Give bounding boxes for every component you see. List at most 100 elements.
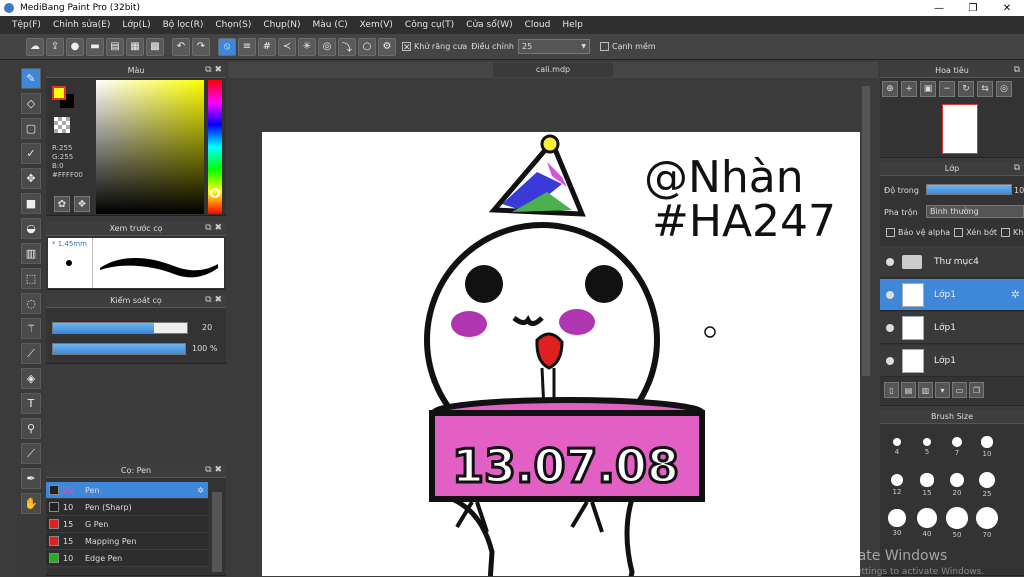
antialias-checkbox[interactable]: ✕ (402, 42, 411, 53)
panel-close-icon[interactable]: ⧉ (1014, 163, 1020, 173)
panel-close-icon[interactable]: ⧉ ✖ (205, 223, 222, 233)
menu-help[interactable]: Help (556, 20, 589, 30)
protect-alpha-checkbox[interactable] (886, 228, 895, 237)
text-tool-icon[interactable]: T (21, 393, 41, 414)
eye-icon[interactable] (886, 257, 894, 266)
blend-mode-select[interactable]: Bình thường (926, 205, 1024, 218)
eye-icon[interactable] (886, 356, 894, 365)
flip-icon[interactable]: ⇆ (977, 81, 993, 97)
canvas-area[interactable]: 13.07.08 @Nhàn #HA247 (228, 80, 868, 576)
menu-file[interactable]: Tệp(F) (6, 20, 47, 30)
menu-view[interactable]: Xem(V) (354, 20, 399, 30)
brush-size-option[interactable]: 10 (972, 428, 1002, 466)
layer-row[interactable]: Lớp1 (880, 345, 1024, 377)
gradient-tool-icon[interactable]: ▥ (21, 243, 41, 264)
gear-icon[interactable]: ✲ (1011, 288, 1024, 301)
clipping-checkbox[interactable] (954, 228, 964, 237)
menu-filter[interactable]: Bộ lọc(R) (157, 20, 210, 30)
brush-size-option[interactable]: 25 (972, 466, 1002, 504)
layer-row[interactable]: Lớp1 (880, 312, 1024, 344)
maximize-button[interactable]: ❐ (956, 3, 990, 14)
pipette-tool-icon[interactable]: ✒ (21, 468, 41, 489)
layer-row[interactable]: Lớp1 ✲ (880, 279, 1024, 311)
eye-icon[interactable] (886, 323, 894, 332)
navigator-thumbnail[interactable] (942, 104, 978, 154)
fill-rect-tool-icon[interactable]: ■ (21, 193, 41, 214)
brush-size-option[interactable]: 5 (912, 428, 942, 466)
brush-item[interactable]: 15 G Pen (46, 516, 208, 533)
brush-size-option[interactable]: 7 (942, 428, 972, 466)
panel-close-icon[interactable]: ⧉ (1014, 65, 1020, 75)
hue-slider[interactable] (208, 80, 222, 214)
magic-wand-tool-icon[interactable]: ⚚ (21, 318, 41, 339)
hue-knob[interactable] (210, 188, 220, 198)
add-menu-icon[interactable]: ▾ (935, 382, 950, 398)
rotate-icon[interactable]: ↻ (958, 81, 974, 97)
object-tool-icon[interactable]: ▢ (21, 118, 41, 139)
snap-off-icon[interactable]: ⦸ (218, 37, 236, 56)
zoom-in-icon[interactable]: + (901, 81, 917, 97)
new-halftone-layer-icon[interactable]: ▤ (901, 382, 916, 398)
panel-close-icon[interactable]: ⧉ ✖ (205, 295, 222, 305)
zoom-out-icon[interactable]: − (939, 81, 955, 97)
curve-snap-icon[interactable]: ⤵ (338, 37, 356, 56)
canvas-vertical-scrollbar[interactable] (862, 86, 870, 376)
brush-item[interactable]: 10 Pen (Sharp) (46, 499, 208, 516)
transparent-color-swatch[interactable] (54, 117, 70, 133)
menu-cloud[interactable]: Cloud (519, 20, 557, 30)
menu-tools[interactable]: Công cụ(T) (399, 20, 460, 30)
brush-size-option[interactable]: 15 (912, 466, 942, 504)
select-rect-tool-icon[interactable]: ⬚ (21, 268, 41, 289)
layer-row-folder[interactable]: Thư mục4 (880, 246, 1024, 278)
brush-opacity-slider[interactable] (52, 343, 186, 355)
circle-snap-icon[interactable]: ○ (358, 37, 376, 56)
panel-close-icon[interactable]: ⧉ ✖ (205, 65, 222, 75)
redo-icon[interactable]: ↷ (192, 37, 210, 56)
pages-icon[interactable]: ▦ (126, 37, 144, 56)
brush-item[interactable]: 15 Mapping Pen (46, 533, 208, 550)
brush-size-option[interactable]: 50 (942, 504, 972, 542)
comment-icon[interactable]: ● (66, 37, 84, 56)
brush-size-option[interactable]: 4 (882, 428, 912, 466)
brush-item[interactable]: 20 Pen ✲ (46, 482, 208, 499)
minimize-button[interactable]: — (922, 3, 956, 14)
reset-icon[interactable]: ◎ (996, 81, 1012, 97)
move-tool-icon[interactable]: ✥ (21, 168, 41, 189)
dot-tool-icon[interactable]: ✓ (21, 143, 41, 164)
menu-layer[interactable]: Lớp(L) (116, 20, 156, 30)
brush-size-option[interactable]: 30 (882, 504, 912, 542)
canvas-sheet[interactable]: 13.07.08 @Nhàn #HA247 (262, 132, 860, 576)
new-layer-8bit-icon[interactable]: ▥ (918, 382, 933, 398)
foreground-color-swatch[interactable] (52, 86, 66, 100)
panel-close-icon[interactable]: ⧉ ✖ (205, 465, 222, 475)
edge-checkbox[interactable] (599, 42, 609, 51)
cloud-icon[interactable]: ☁ (26, 37, 44, 56)
hand-tool-icon[interactable]: ✋ (21, 493, 41, 514)
saturation-value-picker[interactable] (96, 80, 204, 214)
brush-size-option[interactable]: 20 (942, 466, 972, 504)
export-icon[interactable]: ⇪ (46, 37, 64, 56)
brush-tool-icon[interactable]: ✎ (21, 68, 41, 89)
color-history-icon[interactable]: ❖ (74, 196, 90, 212)
menu-window[interactable]: Cửa sổ(W) (460, 20, 518, 30)
layer-opacity-slider[interactable] (926, 184, 1012, 195)
correction-select[interactable]: 25 ▼ (517, 39, 590, 54)
new-layer-icon[interactable]: ▯ (884, 382, 899, 398)
divide-tool-icon[interactable]: ⚲ (21, 418, 41, 439)
crisscross-snap-icon[interactable]: # (258, 37, 276, 56)
brush-size-option[interactable]: 40 (912, 504, 942, 542)
eye-icon[interactable] (886, 290, 894, 299)
brush-size-slider[interactable] (52, 322, 188, 334)
zoom-actual-icon[interactable]: ⊕ (882, 81, 898, 97)
brush-list-scrollbar[interactable] (212, 492, 222, 572)
parallel-snap-icon[interactable]: ≡ (238, 37, 256, 56)
close-button[interactable]: ✕ (990, 3, 1024, 14)
duplicate-layer-icon[interactable]: ❐ (969, 382, 984, 398)
page-icon[interactable]: ▤ (106, 37, 124, 56)
grid-icon[interactable]: ▩ (146, 37, 164, 56)
brush-size-option[interactable]: 12 (882, 466, 912, 504)
menu-snap[interactable]: Chụp(N) (257, 20, 306, 30)
new-folder-icon[interactable]: ▭ (952, 382, 967, 398)
radial-snap-icon[interactable]: ✳ (298, 37, 316, 56)
chat-icon[interactable]: ▬ (86, 37, 104, 56)
